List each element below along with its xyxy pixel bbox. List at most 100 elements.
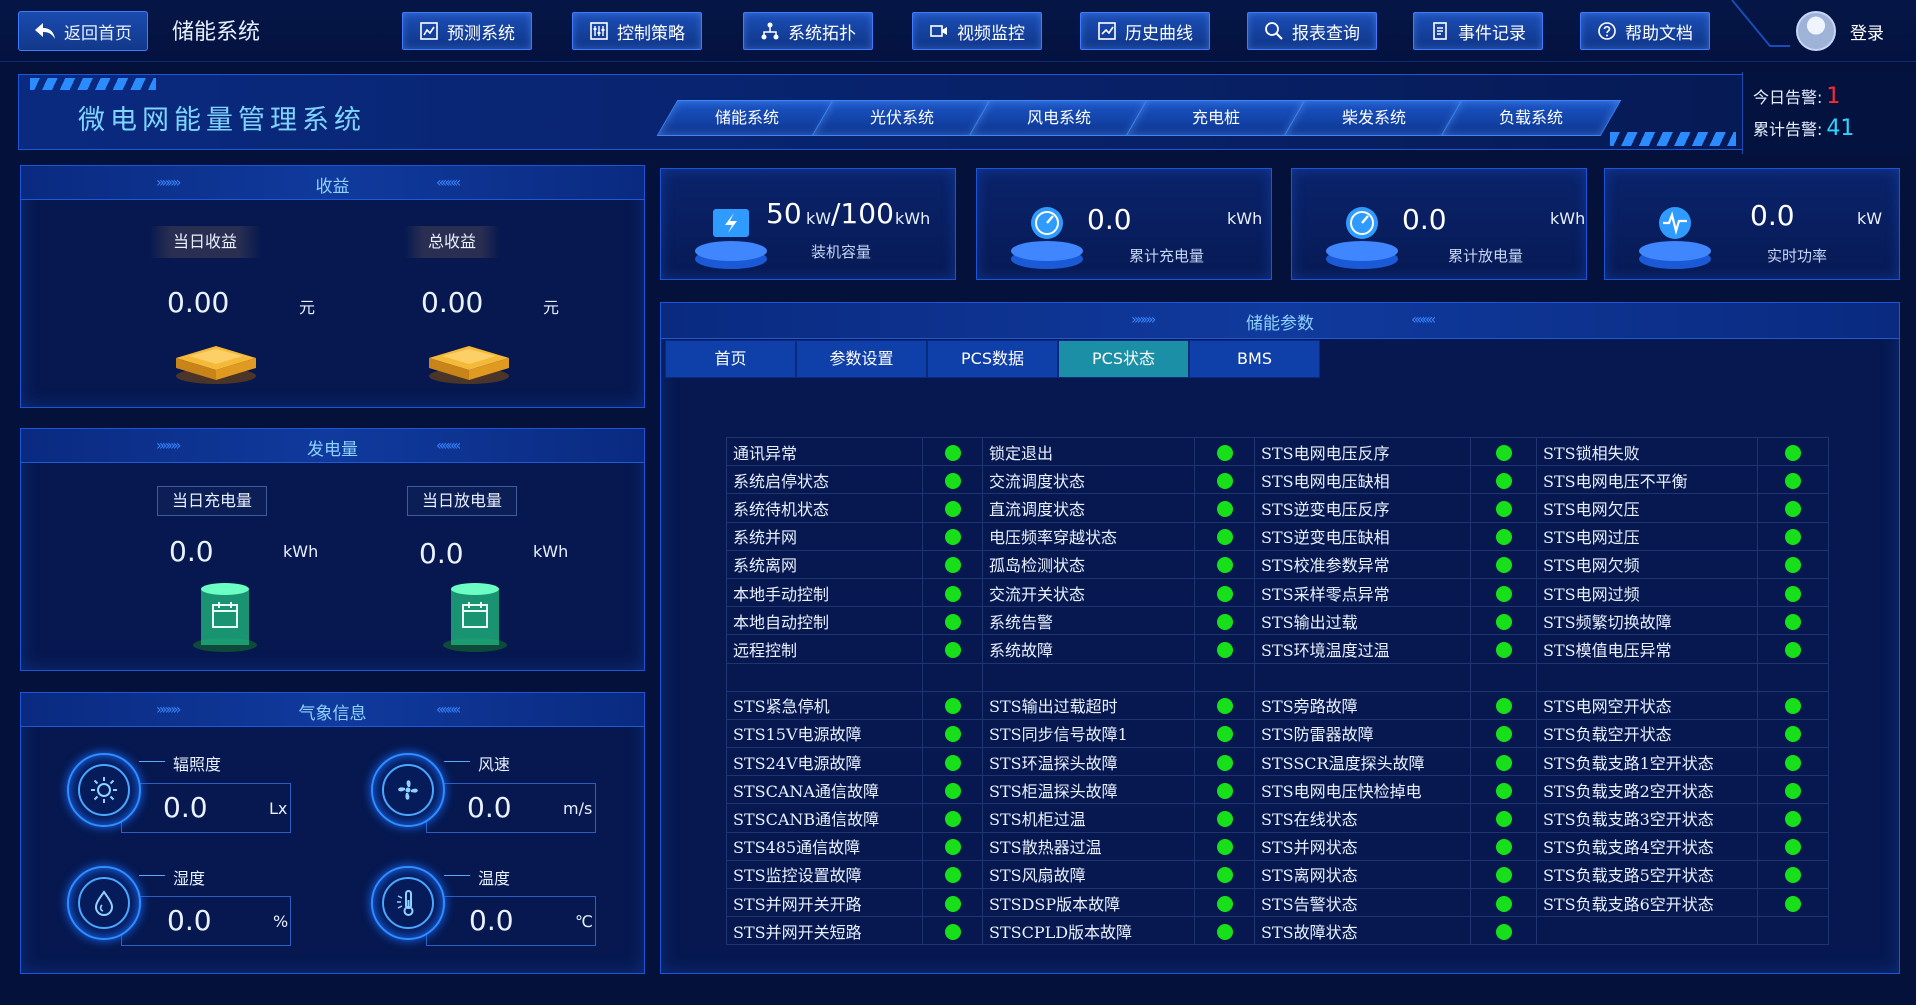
status-dot-icon [1785,557,1801,574]
status-label: 通讯异常 [726,436,923,467]
status-label: STS监控设置故障 [726,859,923,890]
status-indicator-cell [1194,634,1255,664]
status-indicator-cell [922,465,983,495]
nav-button-control-strategy[interactable]: 控制策略 [572,12,702,50]
tab-bms[interactable]: BMS [1189,340,1320,378]
status-indicator-cell [1757,859,1829,890]
status-indicator-cell [1470,718,1537,749]
status-dot-icon [1495,923,1512,940]
status-label: STS旁路故障 [1254,690,1471,720]
card-total-discharge: 0.0 kWh 累计放电量 [1291,168,1587,280]
weather-panel-header: »»»» 气象信息 «««« [21,693,644,727]
status-label: STS柜温探头故障 [982,775,1195,805]
login-label[interactable]: 登录 [1850,19,1884,44]
status-indicator-cell [1757,634,1829,664]
tab-pv[interactable]: 光伏系统 [811,100,993,136]
tab-param-settings[interactable]: 参数设置 [796,340,927,378]
pcs-status-table: 通讯异常 锁定退出 STS电网电压反序 STS锁相失败 系统启停状态 交流调度状态 STS电… [726,436,1829,946]
table-row: STS紧急停机 STS输出过载超时 STS旁路故障 STS电网空开状态 [726,690,1829,720]
generation-panel-header: »»»» 发电量 «««« [21,429,644,463]
status-dot-icon [1785,641,1801,658]
wind-speed-label: 风速 [478,755,511,774]
table-row: STSCANB通信故障 STS机柜过温 STS在线状态 STS负载支路3空开状态 [726,803,1829,833]
wind-speed-unit: m/s [563,799,593,818]
status-label: STS输出过载 [1254,606,1471,636]
status-indicator-cell [1757,606,1829,636]
sun-icon [91,777,117,803]
tab-pcs-data[interactable]: PCS数据 [927,340,1058,378]
irradiance-gauge [67,753,141,827]
nav-button-video[interactable]: 视频监控 [912,12,1042,50]
avatar[interactable] [1796,11,1836,51]
nav-button-label: 历史曲线 [1125,23,1193,44]
status-dot-icon [1216,895,1233,912]
status-dot-icon [944,444,961,461]
temperature-unit: ℃ [575,912,593,931]
tab-storage[interactable]: 储能系统 [656,100,838,136]
tab-load[interactable]: 负载系统 [1440,100,1622,136]
status-label: 电压频率穿越状态 [982,521,1195,551]
status-indicator-cell [1194,521,1255,551]
tab-pcs-status[interactable]: PCS状态 [1058,340,1189,378]
video-icon [930,25,947,37]
tab-diesel[interactable]: 柴发系统 [1283,100,1465,136]
wind-speed-gauge [371,753,445,827]
status-dot-icon [944,557,961,574]
status-label: 系统离网 [726,549,923,579]
back-home-button[interactable]: 返回首页 [18,11,148,51]
chart-icon [1098,22,1116,40]
status-indicator-cell [1194,887,1255,918]
status-dot-icon [1785,698,1801,715]
table-row: STS485通信故障 STS散热器过温 STS并网状态 STS负载支路4空开状态 [726,831,1829,861]
irradiance-label: 辐照度 [173,755,222,774]
status-label: STS频繁切换故障 [1536,606,1758,636]
gauge-icon [1011,207,1083,269]
status-label: STS校准参数异常 [1254,549,1471,579]
table-row [726,662,1829,692]
nav-button-help[interactable]: 帮助文档 [1580,12,1710,50]
tab-wind[interactable]: 风电系统 [968,100,1150,136]
status-label: 交流调度状态 [982,465,1195,495]
nav-button-events[interactable]: 事件记录 [1413,12,1543,50]
status-indicator-cell [1470,577,1537,608]
status-indicator-cell [1470,606,1537,636]
status-indicator-cell [922,521,983,551]
status-indicator-cell [1757,690,1829,720]
status-dot-icon [944,839,961,856]
total-charge-unit: kWh [1227,209,1263,228]
daily-income-unit: 元 [299,298,316,317]
status-indicator-cell [1194,859,1255,890]
weather-panel: »»»» 气象信息 «««« 辐照度 0.0 Lx 风速 0.0 m/s 湿度 … [20,692,645,974]
status-dot-icon [944,698,961,715]
table-row: 系统离网 孤岛检测状态 STS校准参数异常 STS电网欠频 [726,549,1829,579]
status-indicator-cell [1194,577,1255,608]
nav-button-label: 帮助文档 [1625,23,1693,44]
connector-line [444,761,470,762]
nav-button-topology[interactable]: 系统拓扑 [743,12,873,50]
tab-label: 光伏系统 [869,108,934,127]
status-dot-icon [944,641,961,658]
status-label: 系统故障 [982,634,1195,664]
status-label: STS负载支路3空开状态 [1536,803,1758,833]
tab-home[interactable]: 首页 [665,340,796,378]
nav-button-label: 预测系统 [447,23,515,44]
nav-button-report[interactable]: 报表查询 [1247,12,1377,50]
status-label: STS电网欠频 [1536,549,1758,579]
income-panel-header: »»»» 收益 «««« [21,166,644,200]
status-indicator-cell [1757,831,1829,861]
capacity-energy-unit: kWh [895,209,931,228]
status-indicator-cell [922,606,983,636]
status-label: STS15V电源故障 [726,718,923,749]
calendar-cylinder-icon [193,583,257,652]
status-indicator-cell [922,803,983,833]
tab-charging[interactable]: 充电桩 [1125,100,1307,136]
status-indicator-cell [1194,718,1255,749]
status-label: STS电网过频 [1536,577,1758,608]
nav-button-history[interactable]: 历史曲线 [1080,12,1210,50]
battery-icon [695,209,767,269]
status-label: STS并网开关开路 [726,887,923,918]
status-dot-icon [944,867,961,884]
status-label: STSCANB通信故障 [726,803,923,833]
nav-button-forecast[interactable]: 预测系统 [402,12,532,50]
user-login[interactable]: 登录 [1736,0,1916,62]
